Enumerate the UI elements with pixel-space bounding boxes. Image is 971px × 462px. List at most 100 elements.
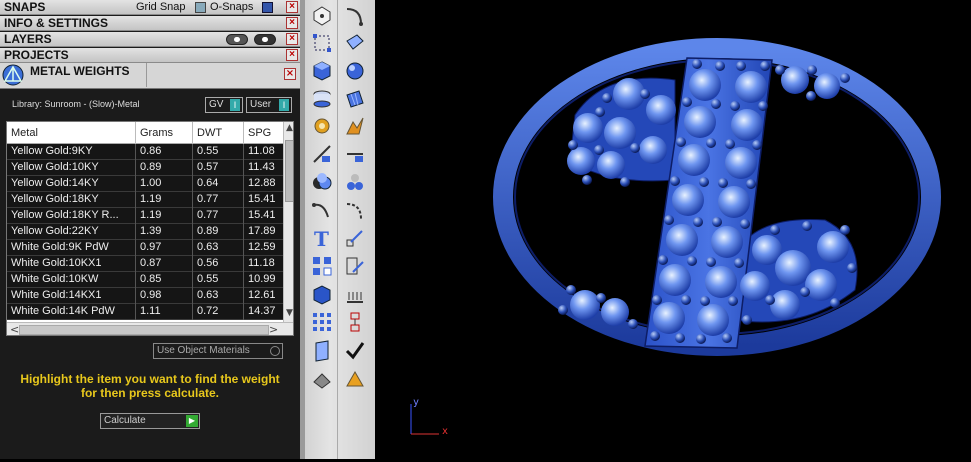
o-snaps-checkbox[interactable] xyxy=(195,2,206,13)
curve-tool-icon[interactable] xyxy=(310,199,334,223)
table-row[interactable]: White Gold:14K PdW 1.11 0.72 14.37 xyxy=(7,304,283,320)
o-snaps-toggle[interactable]: O-Snaps xyxy=(210,0,253,15)
cell-grams: 0.89 xyxy=(136,160,193,176)
horizontal-scrollbar[interactable]: < > xyxy=(7,322,293,335)
arc-icon[interactable] xyxy=(343,4,367,28)
svg-text:T: T xyxy=(314,227,329,250)
gv-toggle[interactable]: GV I xyxy=(205,97,243,113)
scroll-left-arrow[interactable]: < xyxy=(10,323,19,335)
gear-icon[interactable] xyxy=(310,114,334,138)
info-settings-header[interactable]: INFO & SETTINGS × xyxy=(0,16,300,31)
grid-icon[interactable] xyxy=(310,310,334,334)
vertical-scrollbar[interactable]: ▲ ▼ xyxy=(283,122,293,322)
use-object-materials-checkbox[interactable] xyxy=(270,346,280,356)
mirror-icon[interactable] xyxy=(310,142,334,166)
col-grams[interactable]: Grams xyxy=(136,122,193,144)
layer-visibility-icon[interactable] xyxy=(226,34,248,45)
vertical-scroll-thumb[interactable] xyxy=(285,140,293,202)
close-info-button[interactable]: × xyxy=(286,17,298,29)
distribute-icon[interactable] xyxy=(343,310,367,334)
snaps-header[interactable]: SNAPS Grid Snap O-Snaps × xyxy=(0,0,300,15)
shape-icon[interactable] xyxy=(310,282,334,306)
layers-header[interactable]: LAYERS × xyxy=(0,32,300,47)
axis-x-label: x xyxy=(442,426,449,437)
grid-snap-toggle[interactable]: Grid Snap xyxy=(136,0,186,15)
palette-edge xyxy=(300,0,305,459)
table-row[interactable]: Yellow Gold:9KY 0.86 0.55 11.08 xyxy=(7,144,283,160)
col-dwt[interactable]: DWT xyxy=(193,122,244,144)
use-object-materials-label: Use Object Materials xyxy=(157,345,250,356)
col-spg[interactable]: SPG xyxy=(244,122,283,144)
cell-dwt: 0.64 xyxy=(193,176,244,192)
move-icon[interactable] xyxy=(343,254,367,278)
check-icon[interactable] xyxy=(343,339,367,363)
mesh-icon[interactable] xyxy=(343,87,367,111)
scroll-right-arrow[interactable]: > xyxy=(269,323,278,335)
scroll-up-arrow[interactable]: ▲ xyxy=(286,123,293,133)
cell-metal: Yellow Gold:10KY xyxy=(7,160,136,176)
table-row[interactable]: White Gold:9K PdW 0.97 0.63 12.59 xyxy=(7,240,283,256)
fillet-icon[interactable] xyxy=(343,199,367,223)
table-row[interactable]: White Gold:10KW 0.85 0.55 10.99 xyxy=(7,272,283,288)
scroll-down-arrow[interactable]: ▼ xyxy=(286,308,293,318)
select-box-icon[interactable] xyxy=(310,31,334,55)
curve-point-icon[interactable] xyxy=(310,4,334,28)
3d-viewport[interactable]: y x xyxy=(375,0,971,459)
user-toggle[interactable]: User I xyxy=(246,97,292,113)
projects-header[interactable]: PROJECTS × xyxy=(0,48,300,63)
table-row[interactable]: Yellow Gold:10KY 0.89 0.57 11.43 xyxy=(7,160,283,176)
cell-spg: 14.37 xyxy=(248,305,276,317)
cell-spg: 11.08 xyxy=(248,145,275,157)
cell-spg: 10.99 xyxy=(248,273,276,285)
cell-spg: 12.88 xyxy=(248,177,276,189)
scale-icon[interactable] xyxy=(343,226,367,250)
col-metal[interactable]: Metal xyxy=(7,122,136,144)
instruction-line-2: for then press calculate. xyxy=(80,386,220,400)
cell-spg: 11.43 xyxy=(248,161,275,173)
extrude-icon[interactable] xyxy=(310,339,334,363)
cell-spg: 17.89 xyxy=(248,225,276,237)
close-snaps-button[interactable]: × xyxy=(286,1,298,13)
close-projects-button[interactable]: × xyxy=(286,49,298,61)
split-icon[interactable] xyxy=(343,142,367,166)
array-icon[interactable] xyxy=(310,254,334,278)
sphere-icon[interactable] xyxy=(343,59,367,83)
close-layers-button[interactable]: × xyxy=(286,33,298,45)
info-settings-title: INFO & SETTINGS xyxy=(4,16,109,30)
cylinder-icon[interactable] xyxy=(310,87,334,111)
cell-dwt: 0.72 xyxy=(193,304,244,320)
play-icon: ▶ xyxy=(186,415,198,427)
render-icon[interactable] xyxy=(343,368,367,392)
projects-title: PROJECTS xyxy=(4,48,69,62)
cell-grams: 1.19 xyxy=(136,208,193,224)
spheres-icon[interactable] xyxy=(343,170,367,194)
table-row[interactable]: White Gold:10KX1 0.87 0.56 11.18 xyxy=(7,256,283,272)
cell-metal: Yellow Gold:22KY xyxy=(7,224,136,240)
cell-spg: 12.61 xyxy=(248,289,276,301)
snap-mode-button[interactable] xyxy=(262,2,273,13)
surface-icon[interactable] xyxy=(343,31,367,55)
flash-icon[interactable] xyxy=(343,114,367,138)
library-label: Library: Sunroom - (Slow)-Metal xyxy=(12,99,140,109)
table-row[interactable]: Yellow Gold:18KY 1.19 0.77 15.41 xyxy=(7,192,283,208)
table-row[interactable]: Yellow Gold:18KY R... 1.19 0.77 15.41 xyxy=(7,208,283,224)
cell-metal: White Gold:10KX1 xyxy=(7,256,136,272)
text-icon[interactable]: T xyxy=(310,226,334,250)
horizontal-scroll-thumb[interactable] xyxy=(19,325,269,335)
table-row[interactable]: White Gold:14KX1 0.98 0.63 12.61 xyxy=(7,288,283,304)
close-metal-weights-button[interactable]: × xyxy=(284,68,296,80)
calculate-label: Calculate xyxy=(104,415,146,426)
cell-dwt: 0.55 xyxy=(193,272,244,288)
cell-grams: 0.85 xyxy=(136,272,193,288)
cube-icon[interactable] xyxy=(310,59,334,83)
use-object-materials-toggle[interactable]: Use Object Materials xyxy=(153,343,283,359)
align-icon[interactable] xyxy=(343,282,367,306)
boolean-icon[interactable] xyxy=(310,170,334,194)
cell-metal: White Gold:14KX1 xyxy=(7,288,136,304)
cell-metal: Yellow Gold:18KY R... xyxy=(7,208,136,224)
table-row[interactable]: Yellow Gold:14KY 1.00 0.64 12.88 xyxy=(7,176,283,192)
table-row[interactable]: Yellow Gold:22KY 1.39 0.89 17.89 xyxy=(7,224,283,240)
eye-icon[interactable] xyxy=(254,34,276,45)
solid-icon[interactable] xyxy=(310,368,334,392)
calculate-button[interactable]: Calculate ▶ xyxy=(100,413,200,429)
